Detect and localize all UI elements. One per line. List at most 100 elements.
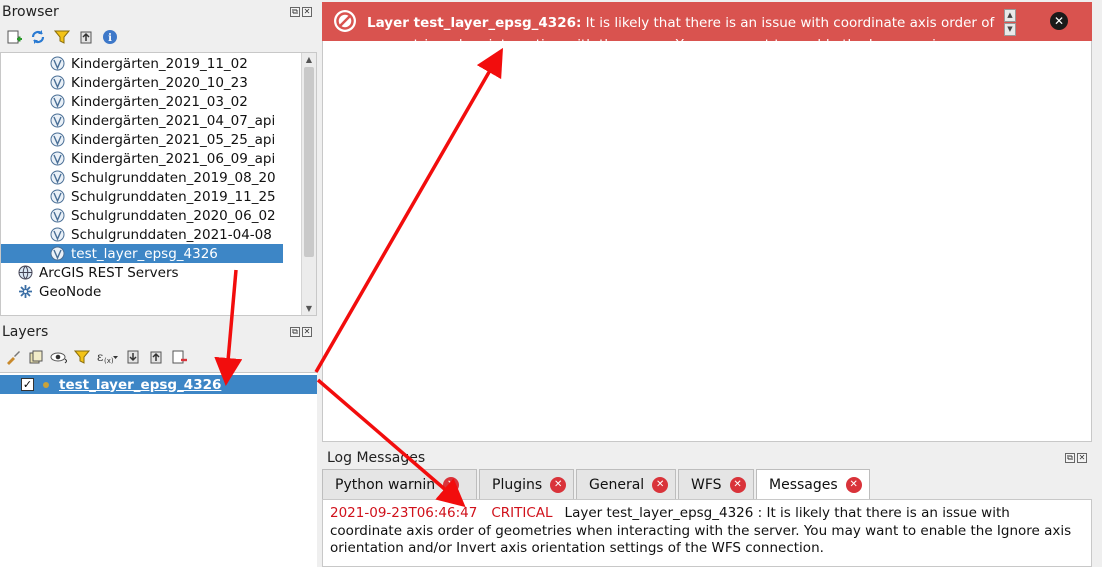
- wfs-layer-icon: [49, 113, 65, 129]
- browser-item-label: Kindergärten_2021_06_09_api: [71, 150, 276, 167]
- browser-item-label: Kindergärten_2021_03_02: [71, 93, 248, 110]
- browser-item[interactable]: Schulgrunddaten_2021-04-08: [49, 225, 272, 244]
- wfs-layer-icon: [49, 246, 65, 262]
- log-messages-title: Log Messages: [327, 450, 426, 466]
- browser-item-label: GeoNode: [39, 283, 102, 300]
- add-layer-icon[interactable]: [5, 28, 22, 45]
- float-panel-icon[interactable]: ⧉: [290, 327, 300, 337]
- layer-row[interactable]: ✓ test_layer_epsg_4326: [0, 375, 317, 394]
- tab-general[interactable]: General ✕: [576, 469, 676, 499]
- wfs-layer-icon: [49, 170, 65, 186]
- browser-item-label: Kindergärten_2021_04_07_api: [71, 112, 276, 129]
- expression-filter-icon[interactable]: ε (x): [96, 348, 118, 365]
- layer-visibility-checkbox[interactable]: ✓: [21, 378, 34, 391]
- wfs-layer-icon: [49, 151, 65, 167]
- scroll-thumb[interactable]: [304, 67, 314, 257]
- float-panel-icon[interactable]: ⧉: [1065, 453, 1075, 463]
- close-tab-icon[interactable]: ✕: [845, 477, 862, 493]
- browser-item[interactable]: Kindergärten_2019_11_02: [49, 54, 248, 73]
- browser-item[interactable]: Schulgrunddaten_2019_08_20: [49, 168, 276, 187]
- close-tab-icon[interactable]: ✕: [443, 476, 460, 493]
- browser-item[interactable]: Schulgrunddaten_2019_11_25: [49, 187, 276, 206]
- browser-item[interactable]: Kindergärten_2020_10_23: [49, 73, 248, 92]
- browser-item-label: Kindergärten_2020_10_23: [71, 74, 248, 91]
- log-message-area[interactable]: 2021-09-23T06:46:47 CRITICAL Layer test_la…: [322, 499, 1092, 567]
- browser-item-label: Schulgrunddaten_2020_06_02: [71, 207, 276, 224]
- visibility-eye-icon[interactable]: [50, 348, 67, 365]
- collapse-all-icon[interactable]: [147, 348, 164, 365]
- message-down-icon[interactable]: ▼: [1004, 23, 1016, 36]
- remove-layer-icon[interactable]: [170, 348, 187, 365]
- browser-item-label: Schulgrunddaten_2021-04-08: [71, 226, 272, 243]
- add-group-icon[interactable]: [27, 348, 44, 365]
- close-panel-icon[interactable]: ✕: [302, 7, 312, 17]
- browser-item-label: ArcGIS REST Servers: [39, 264, 179, 281]
- layers-panel-title: Layers: [2, 324, 49, 340]
- layers-dock-buttons: ⧉ ✕: [290, 327, 312, 337]
- layers-toolbar: ε (x): [4, 348, 187, 365]
- tab-label: General: [589, 476, 645, 493]
- wfs-layer-icon: [49, 227, 65, 243]
- info-icon[interactable]: i: [101, 28, 118, 45]
- style-brush-icon[interactable]: [4, 348, 21, 365]
- qgis-window: Browser ⧉ ✕ i Kindergärten_2019_11_02 Kin…: [0, 0, 1102, 567]
- geonode-icon: [17, 284, 33, 300]
- close-tab-icon[interactable]: ✕: [652, 476, 669, 493]
- tab-plugins[interactable]: Plugins ✕: [479, 469, 574, 499]
- wfs-layer-icon: [49, 56, 65, 72]
- browser-item[interactable]: test_layer_epsg_4326: [1, 244, 283, 263]
- svg-text:(x): (x): [104, 357, 114, 365]
- close-tab-icon[interactable]: ✕: [550, 476, 567, 493]
- browser-tree[interactable]: Kindergärten_2019_11_02 Kindergärten_2020…: [0, 52, 317, 316]
- browser-item[interactable]: ArcGIS REST Servers: [17, 263, 179, 282]
- filter-legend-icon[interactable]: [73, 348, 90, 365]
- scroll-down-icon[interactable]: ▼: [302, 302, 316, 315]
- browser-toolbar: i: [5, 28, 118, 45]
- browser-item[interactable]: Schulgrunddaten_2020_06_02: [49, 206, 276, 225]
- close-tab-icon[interactable]: ✕: [729, 476, 746, 493]
- browser-item[interactable]: Kindergärten_2021_04_07_api: [49, 111, 275, 130]
- wfs-layer-icon: [49, 208, 65, 224]
- browser-item[interactable]: Kindergärten_2021_03_02: [49, 92, 248, 111]
- svg-text:i: i: [108, 33, 112, 44]
- refresh-icon[interactable]: [29, 28, 46, 45]
- browser-item-label: Kindergärten_2021_05_25_api: [71, 131, 276, 148]
- layers-list[interactable]: ✓ test_layer_epsg_4326: [0, 372, 317, 567]
- expand-all-icon[interactable]: [124, 348, 141, 365]
- browser-item[interactable]: Kindergärten_2021_06_09_api: [49, 149, 275, 168]
- close-message-icon[interactable]: ✕: [1050, 12, 1068, 30]
- browser-item[interactable]: GeoNode: [17, 282, 101, 301]
- scroll-up-icon[interactable]: ▲: [302, 53, 316, 66]
- browser-item-label: Kindergärten_2019_11_02: [71, 55, 248, 72]
- log-tabs: Python warnin ✕ Plugins ✕ General ✕ WFS …: [322, 469, 872, 500]
- collapse-all-icon[interactable]: [77, 28, 94, 45]
- wfs-layer-icon: [49, 94, 65, 110]
- tab-messages[interactable]: Messages ✕: [756, 469, 870, 500]
- layer-name[interactable]: test_layer_epsg_4326: [59, 377, 221, 393]
- tab-wfs[interactable]: WFS ✕: [678, 469, 754, 499]
- browser-dock-buttons: ⧉ ✕: [290, 7, 312, 17]
- tab-python-warnings[interactable]: Python warnin ✕: [322, 469, 477, 499]
- message-bar: Layer test_layer_epsg_4326: It is likely…: [322, 2, 1092, 41]
- tab-label: Plugins: [492, 476, 543, 493]
- tab-label: Python warnin: [335, 476, 436, 493]
- filter-icon[interactable]: [53, 28, 70, 45]
- wfs-layer-icon: [49, 132, 65, 148]
- critical-block-icon: [334, 10, 356, 32]
- float-panel-icon[interactable]: ⧉: [290, 7, 300, 17]
- message-bar-layer-label: Layer test_layer_epsg_4326:: [367, 15, 582, 31]
- log-level: CRITICAL: [491, 505, 553, 521]
- close-panel-icon[interactable]: ✕: [1077, 453, 1087, 463]
- wfs-layer-icon: [49, 75, 65, 91]
- message-up-icon[interactable]: ▲: [1004, 9, 1016, 22]
- map-canvas[interactable]: [322, 2, 1092, 442]
- browser-item[interactable]: Kindergärten_2021_05_25_api: [49, 130, 275, 149]
- browser-scrollbar[interactable]: ▲ ▼: [301, 53, 316, 315]
- browser-item-label: Schulgrunddaten_2019_08_20: [71, 169, 276, 186]
- wfs-layer-icon: [49, 189, 65, 205]
- log-dock-buttons: ⧉ ✕: [1065, 453, 1087, 463]
- tab-label: WFS: [691, 476, 722, 493]
- globe-icon: [17, 265, 33, 281]
- close-panel-icon[interactable]: ✕: [302, 327, 312, 337]
- browser-panel-title: Browser: [2, 4, 59, 20]
